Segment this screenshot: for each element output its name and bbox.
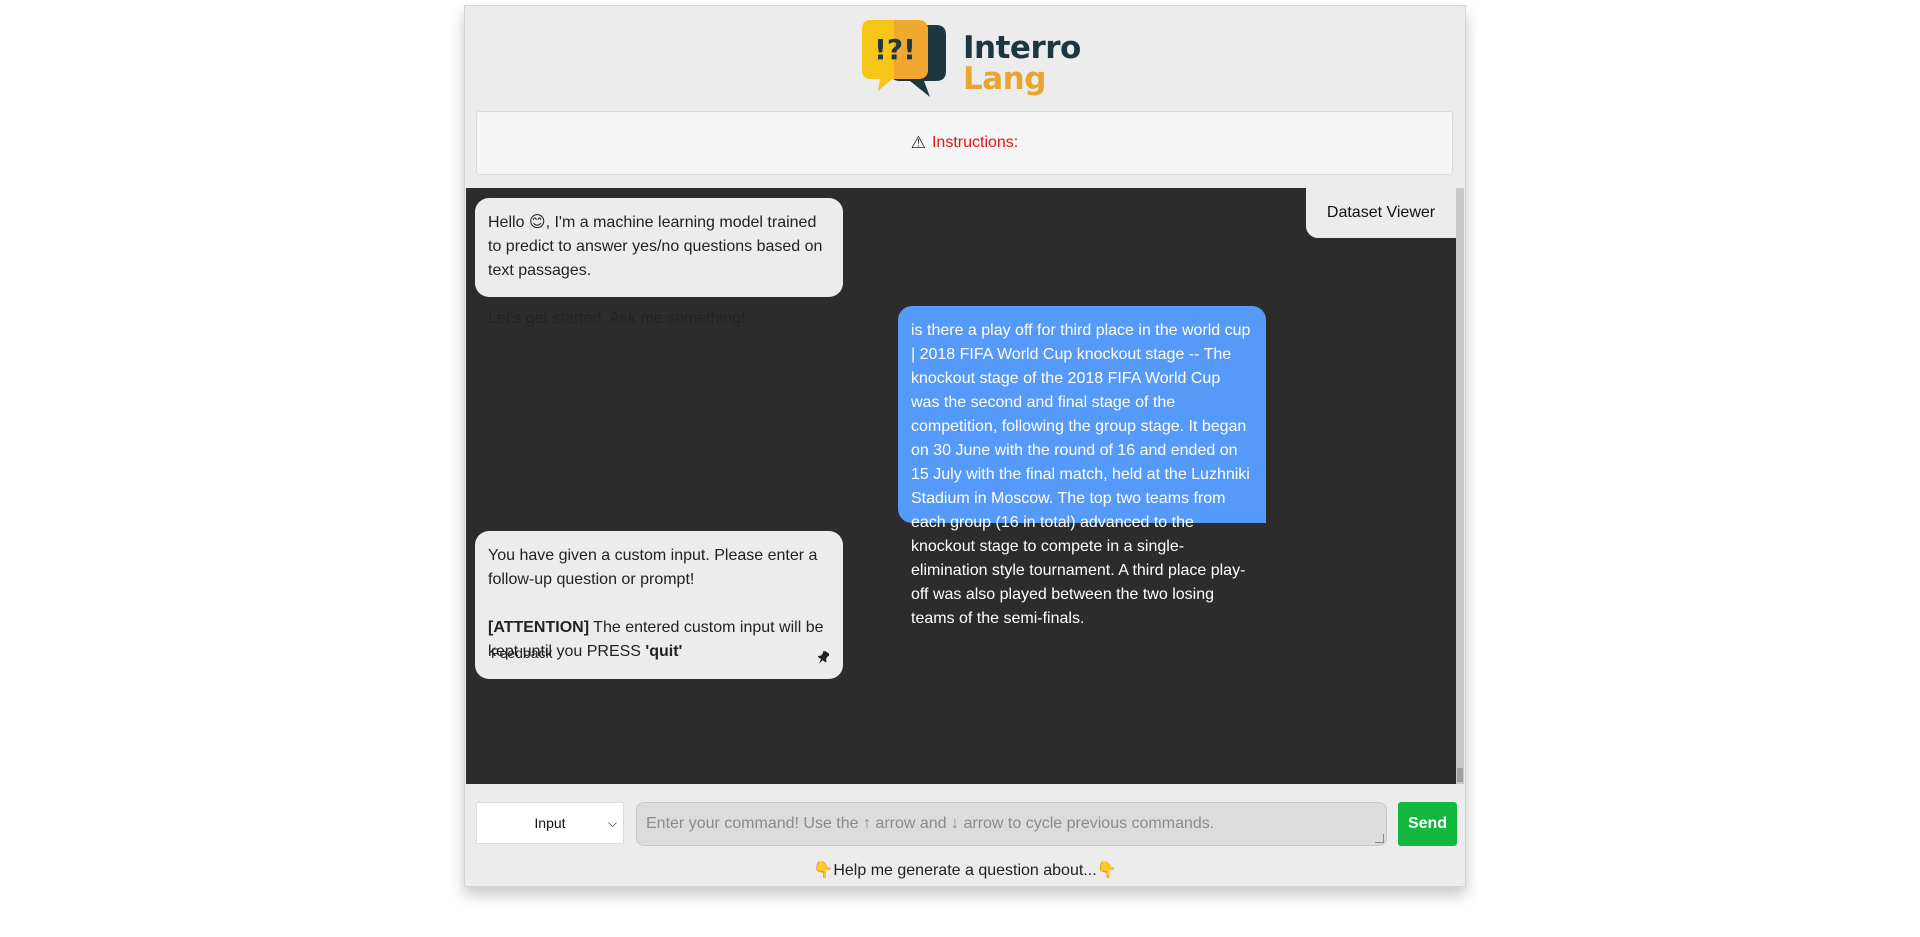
speech-bubbles-icon: !?! — [862, 20, 946, 97]
send-button[interactable]: Send — [1398, 802, 1457, 846]
feedback-link[interactable]: Feedback — [491, 641, 552, 665]
quit-label: 'quit' — [645, 643, 683, 660]
dataset-viewer-button[interactable]: Dataset Viewer — [1306, 188, 1456, 238]
bot-message: Hello 😊, I'm a machine learning model tr… — [475, 198, 843, 327]
pointing-down-icon: 👇 — [1096, 862, 1117, 879]
bot-message: You have given a custom input. Please en… — [475, 531, 843, 679]
warning-icon: ⚠ — [910, 133, 926, 152]
instructions-label: Instructions: — [931, 134, 1019, 151]
command-input-placeholder: Enter your command! Use the ↑ arrow and … — [646, 815, 1215, 832]
command-input[interactable]: Enter your command! Use the ↑ arrow and … — [636, 802, 1387, 846]
pointing-down-icon: 👇 — [813, 862, 834, 879]
logo-wordmark: Interro Lang — [963, 33, 1081, 95]
scrollbar-thumb[interactable] — [1457, 768, 1463, 782]
attention-label: [ATTENTION] — [488, 619, 590, 636]
user-message: is there a play off for third place in t… — [898, 306, 1266, 627]
header: !?! Interro Lang ⚠ Instructions: — [465, 6, 1465, 186]
resize-handle-icon[interactable] — [1375, 834, 1384, 843]
pushpin-icon[interactable] — [817, 651, 829, 665]
logo-line2: Lang — [963, 61, 1046, 97]
instructions-panel[interactable]: ⚠ Instructions: — [476, 111, 1453, 175]
bot-message-text: Let's get started. Ask me something! — [488, 310, 746, 327]
interrolang-logo: !?! Interro Lang — [862, 17, 1081, 113]
bot-message-text: Hello 😊, I'm a machine learning model tr… — [488, 214, 823, 279]
app-window: !?! Interro Lang ⚠ Instructions: Dataset… — [464, 5, 1466, 887]
mode-select-value: Input — [534, 815, 566, 831]
chat-scrollbar[interactable] — [1456, 188, 1464, 784]
user-message-text: is there a play off for third place in t… — [911, 322, 1251, 627]
bot-message-text: You have given a custom input. Please en… — [488, 547, 818, 588]
svg-text:!?!: !?! — [874, 33, 916, 66]
chevron-down-icon: ⌵ — [607, 816, 617, 830]
logo-line1: Interro — [963, 30, 1081, 66]
help-generate-question[interactable]: 👇Help me generate a question about...👇 — [465, 860, 1465, 880]
chat-area: Dataset Viewer Hello 😊, I'm a machine le… — [466, 188, 1456, 784]
input-controls: Input ⌵ Enter your command! Use the ↑ ar… — [476, 799, 1457, 847]
mode-select[interactable]: Input ⌵ — [476, 802, 624, 844]
help-text: Help me generate a question about... — [833, 862, 1097, 879]
